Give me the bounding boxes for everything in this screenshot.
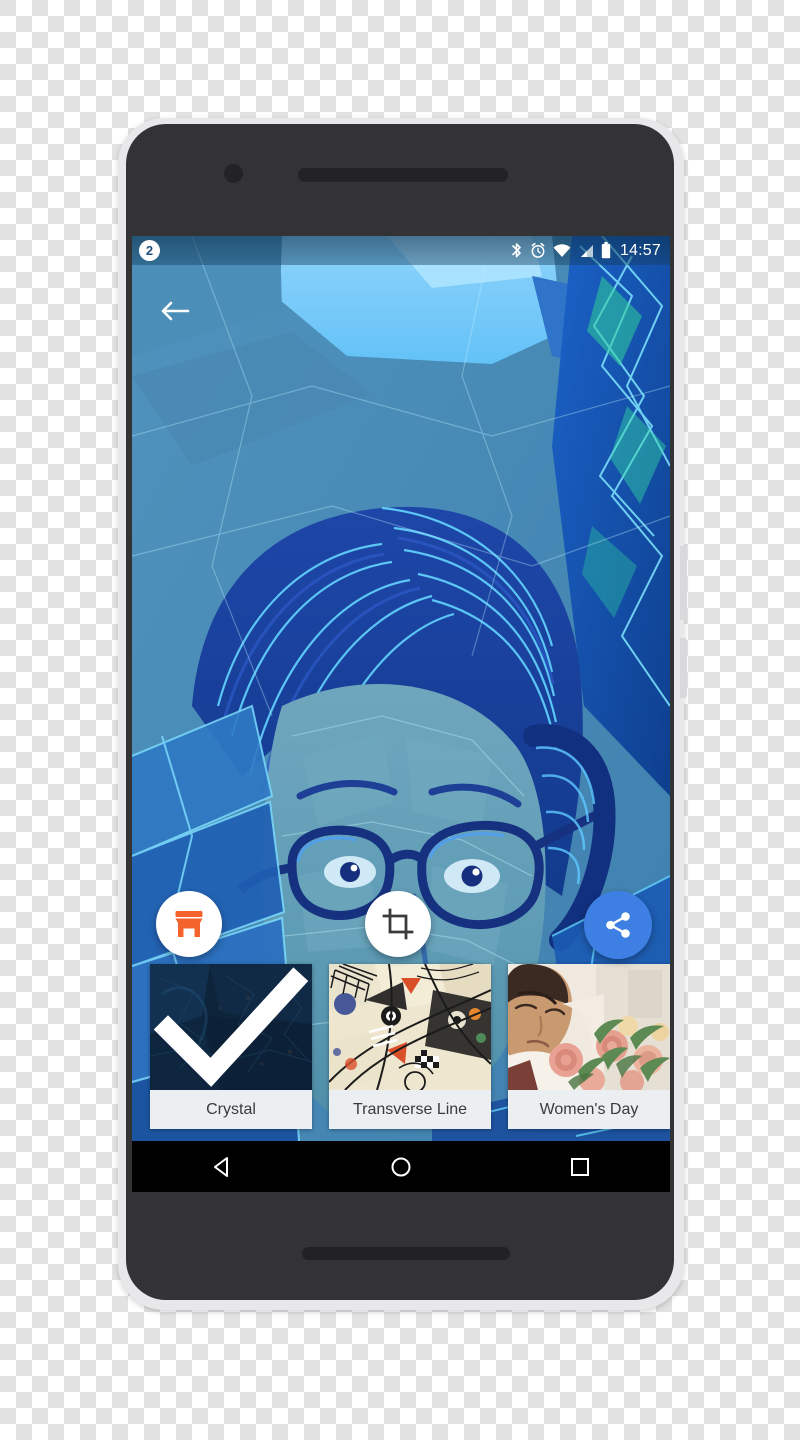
earpiece-speaker — [298, 168, 508, 182]
alarm-icon — [530, 242, 546, 259]
filter-carousel[interactable]: Crystal Transverse Line Women's Day — [132, 964, 670, 1141]
wifi-icon — [553, 243, 571, 258]
back-arrow-icon[interactable] — [158, 294, 192, 328]
filter-card-crystal[interactable]: Crystal — [150, 964, 312, 1129]
nav-home-icon — [391, 1157, 411, 1176]
share-icon — [606, 912, 630, 938]
crop-icon — [382, 908, 414, 940]
nav-recents-icon — [571, 1157, 590, 1176]
store-icon — [175, 911, 203, 937]
filter-thumbnail-transverse-line — [329, 964, 491, 1090]
nav-home-button[interactable] — [370, 1141, 432, 1192]
app-notification-badge: 2 — [139, 240, 160, 261]
filter-thumbnail-womens-day — [508, 964, 670, 1090]
cellular-signal-icon — [578, 244, 594, 258]
bluetooth-icon — [510, 242, 523, 259]
action-button-row — [132, 891, 670, 959]
volume-button[interactable] — [680, 638, 687, 698]
filter-card-womens-day[interactable]: Women's Day — [508, 964, 670, 1129]
check-icon — [153, 967, 309, 1087]
battery-icon — [601, 242, 611, 259]
phone-device: 2 14:57 Crystal Transverse Line Women's … — [118, 118, 687, 1310]
filter-label: Crystal — [150, 1090, 312, 1129]
nav-back-icon — [213, 1156, 228, 1177]
share-button[interactable] — [584, 891, 652, 959]
bottom-speaker — [302, 1247, 510, 1260]
filter-thumbnail-crystal — [150, 964, 312, 1090]
filter-selected-overlay — [150, 964, 312, 1090]
filter-card-transverse-line[interactable]: Transverse Line — [329, 964, 491, 1129]
power-button[interactable] — [680, 546, 687, 620]
nav-recents-button[interactable] — [549, 1141, 611, 1192]
status-icons: 14:57 — [510, 242, 661, 260]
filter-label: Transverse Line — [329, 1090, 491, 1129]
status-bar: 2 14:57 — [132, 236, 670, 265]
android-navigation-bar — [132, 1141, 670, 1192]
filter-label: Women's Day — [508, 1090, 670, 1129]
front-camera — [224, 164, 243, 183]
status-clock: 14:57 — [619, 241, 661, 259]
store-button[interactable] — [156, 891, 222, 957]
phone-screen: 2 14:57 Crystal Transverse Line Women's … — [132, 236, 670, 1192]
crop-button[interactable] — [365, 891, 431, 957]
nav-back-button[interactable] — [191, 1141, 253, 1192]
